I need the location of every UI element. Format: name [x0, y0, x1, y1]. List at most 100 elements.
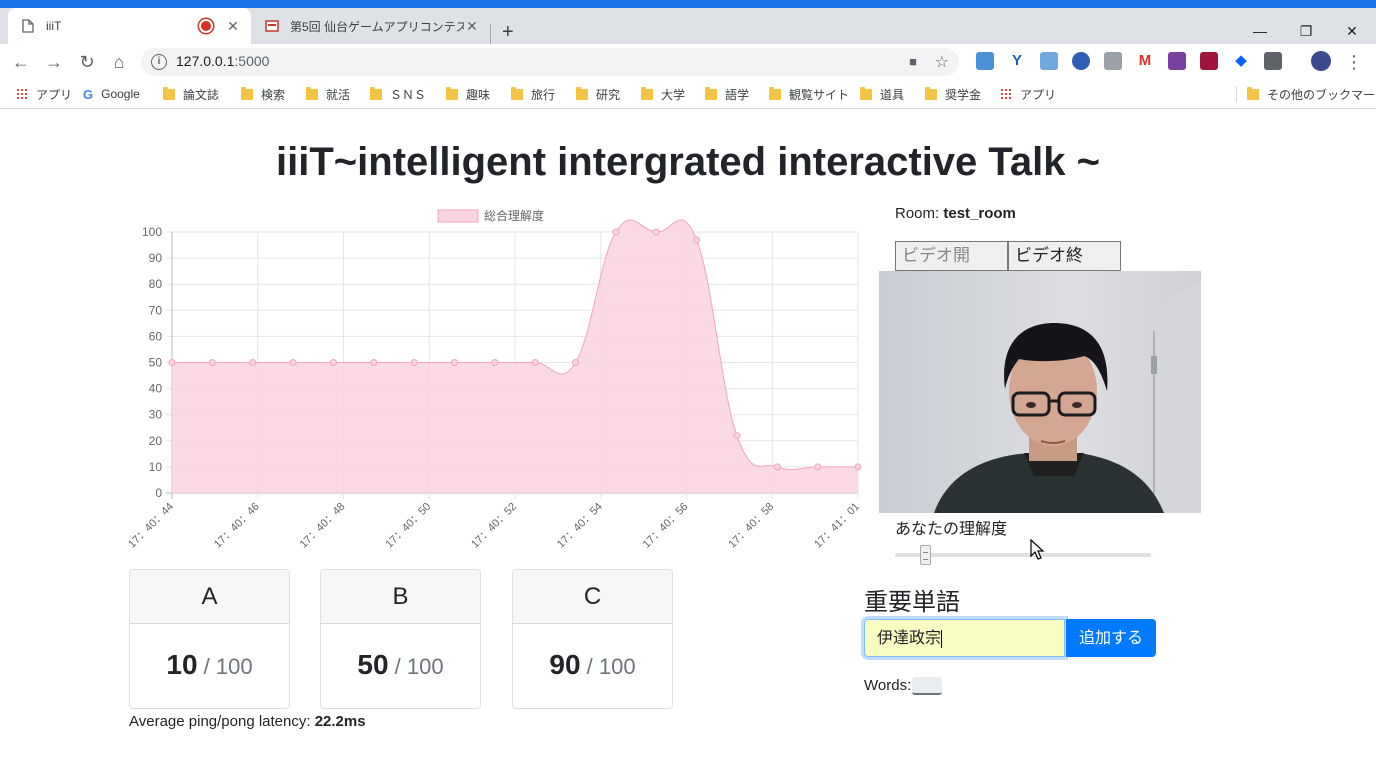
- latency-info: Average ping/pong latency: 22.2ms: [129, 713, 366, 730]
- folder-icon: [306, 86, 318, 100]
- understanding-slider[interactable]: [895, 553, 1151, 557]
- x-tick-label: 17：40：54: [555, 501, 605, 551]
- back-arrow-icon[interactable]: ←: [9, 50, 33, 74]
- data-point: [572, 359, 580, 366]
- data-point: [249, 359, 257, 366]
- bookmark-item[interactable]: 大学: [641, 86, 685, 102]
- tab-iiit[interactable]: iiiT ✕: [8, 8, 251, 44]
- page-title: iiiT~intelligent intergrated interactive…: [276, 140, 1100, 184]
- word-chip[interactable]: [912, 677, 943, 696]
- google-icon: G: [83, 86, 94, 102]
- tab-separator: [490, 24, 491, 44]
- card-header: C: [513, 570, 672, 624]
- bookmark-item[interactable]: 観覧サイト: [769, 86, 849, 102]
- understanding-chart: 0 10 20 30 40 50 60 70 80 90 100 17：40：44 17：40：46 17…: [126, 208, 862, 551]
- data-point: [491, 359, 499, 366]
- bookmark-item[interactable]: 検索: [241, 86, 285, 102]
- folder-icon: [511, 86, 523, 100]
- extension-icon[interactable]: [1104, 52, 1122, 70]
- menu-dots-icon[interactable]: ⋮: [1342, 50, 1366, 74]
- extension-icon[interactable]: [1200, 52, 1218, 70]
- data-point: [814, 463, 822, 471]
- card-header: A: [130, 570, 289, 624]
- extension-icon[interactable]: Y: [1008, 52, 1026, 70]
- bookmark-item[interactable]: 旅行: [511, 86, 555, 102]
- slider-handle[interactable]: [919, 545, 931, 565]
- data-point: [612, 228, 620, 236]
- bookmark-item[interactable]: 就活: [306, 86, 350, 102]
- legend-label: 総合理解度: [484, 208, 544, 223]
- y-tick-label: 40: [149, 382, 163, 396]
- legend-swatch: [437, 209, 479, 223]
- bookmark-item[interactable]: 語学: [705, 86, 749, 102]
- forward-arrow-icon[interactable]: →: [42, 50, 66, 74]
- apps-icon: [16, 88, 28, 100]
- bookmark-item[interactable]: 論文誌: [163, 86, 219, 102]
- bookmark-item[interactable]: ＳＮＳ: [370, 86, 426, 102]
- extension-icon[interactable]: [1072, 52, 1090, 70]
- video-end-button[interactable]: ビデオ終了！: [1008, 241, 1121, 294]
- profile-avatar[interactable]: [1311, 51, 1331, 71]
- translate-extension-icon[interactable]: [1040, 52, 1058, 70]
- card-body: 50 / 100: [357, 649, 444, 680]
- keyword-input[interactable]: 伊達政宗: [864, 619, 1065, 657]
- data-point: [370, 359, 378, 366]
- x-tick-label: 17：40：56: [641, 501, 691, 551]
- minimize-button[interactable]: —: [1237, 16, 1283, 46]
- card-body: 10 / 100: [166, 649, 253, 680]
- onenote-extension-icon[interactable]: [1168, 52, 1186, 70]
- bookmark-item[interactable]: G Google: [83, 86, 140, 102]
- bookmark-item[interactable]: アプリ: [1000, 86, 1056, 102]
- site-info-icon[interactable]: i: [151, 54, 167, 70]
- other-bookmarks[interactable]: その他のブックマーク: [1236, 86, 1376, 102]
- folder-icon: [925, 86, 937, 100]
- room-name: test_room: [943, 205, 1016, 222]
- tab-strip: iiiT ✕ 第5回 仙台ゲームアプリコンテストDA ✕ + — ❐ ✕: [0, 8, 1376, 44]
- tab-title: iiiT: [46, 19, 62, 33]
- y-tick-label: 60: [149, 329, 163, 343]
- close-window-button[interactable]: ✕: [1329, 16, 1375, 46]
- x-tick-label: 17：40：52: [469, 501, 519, 551]
- extension-icon[interactable]: [976, 52, 994, 70]
- x-tick-label: 17：41：01: [812, 501, 862, 551]
- data-point: [693, 236, 701, 244]
- address-bar[interactable]: i 127.0.0.1:5000 ■ ☆: [141, 48, 959, 76]
- bookmark-item[interactable]: アプリ: [16, 86, 72, 102]
- folder-icon: [163, 86, 175, 100]
- dropbox-extension-icon[interactable]: ◆: [1232, 52, 1250, 70]
- add-keyword-button[interactable]: 追加する: [1066, 619, 1156, 657]
- bookmark-star-icon[interactable]: ☆: [935, 52, 949, 72]
- bookmark-item[interactable]: 趣味: [446, 86, 490, 102]
- card-header: B: [321, 570, 480, 624]
- data-point: [289, 359, 297, 366]
- restore-button[interactable]: ❐: [1283, 16, 1329, 46]
- close-tab-icon[interactable]: ✕: [464, 18, 480, 35]
- folder-icon: [241, 86, 253, 100]
- x-tick-label: 17：40：46: [212, 501, 262, 551]
- words-label: Words:: [864, 677, 912, 694]
- tab-contest[interactable]: 第5回 仙台ゲームアプリコンテストDA ✕: [252, 8, 490, 44]
- extension-icon[interactable]: [1264, 52, 1282, 70]
- data-point: [854, 463, 862, 471]
- window-top-strip: [0, 0, 1376, 8]
- home-icon[interactable]: ⌂: [107, 50, 131, 74]
- recording-icon: [199, 19, 213, 33]
- close-tab-icon[interactable]: ✕: [225, 18, 241, 35]
- x-tick-label: 17：40：44: [126, 501, 176, 551]
- data-point: [531, 359, 539, 366]
- new-tab-button[interactable]: +: [502, 20, 514, 44]
- folder-icon: [1247, 86, 1259, 100]
- room-label: Room:: [895, 205, 940, 222]
- y-tick-label: 10: [149, 460, 163, 474]
- camera-icon[interactable]: ■: [909, 54, 917, 69]
- bookmark-item[interactable]: 研究: [576, 86, 620, 102]
- video-start-button[interactable]: ビデオ開始！: [895, 241, 1008, 294]
- gmail-extension-icon[interactable]: M: [1136, 52, 1154, 70]
- score-card-a: A 10 / 100: [129, 569, 290, 709]
- bookmark-item[interactable]: 道具: [860, 86, 904, 102]
- data-point: [450, 359, 458, 366]
- bookmark-item[interactable]: 奨学金: [925, 86, 981, 102]
- folder-icon: [705, 86, 717, 100]
- y-tick-label: 70: [149, 303, 163, 317]
- reload-icon[interactable]: ↻: [75, 50, 99, 74]
